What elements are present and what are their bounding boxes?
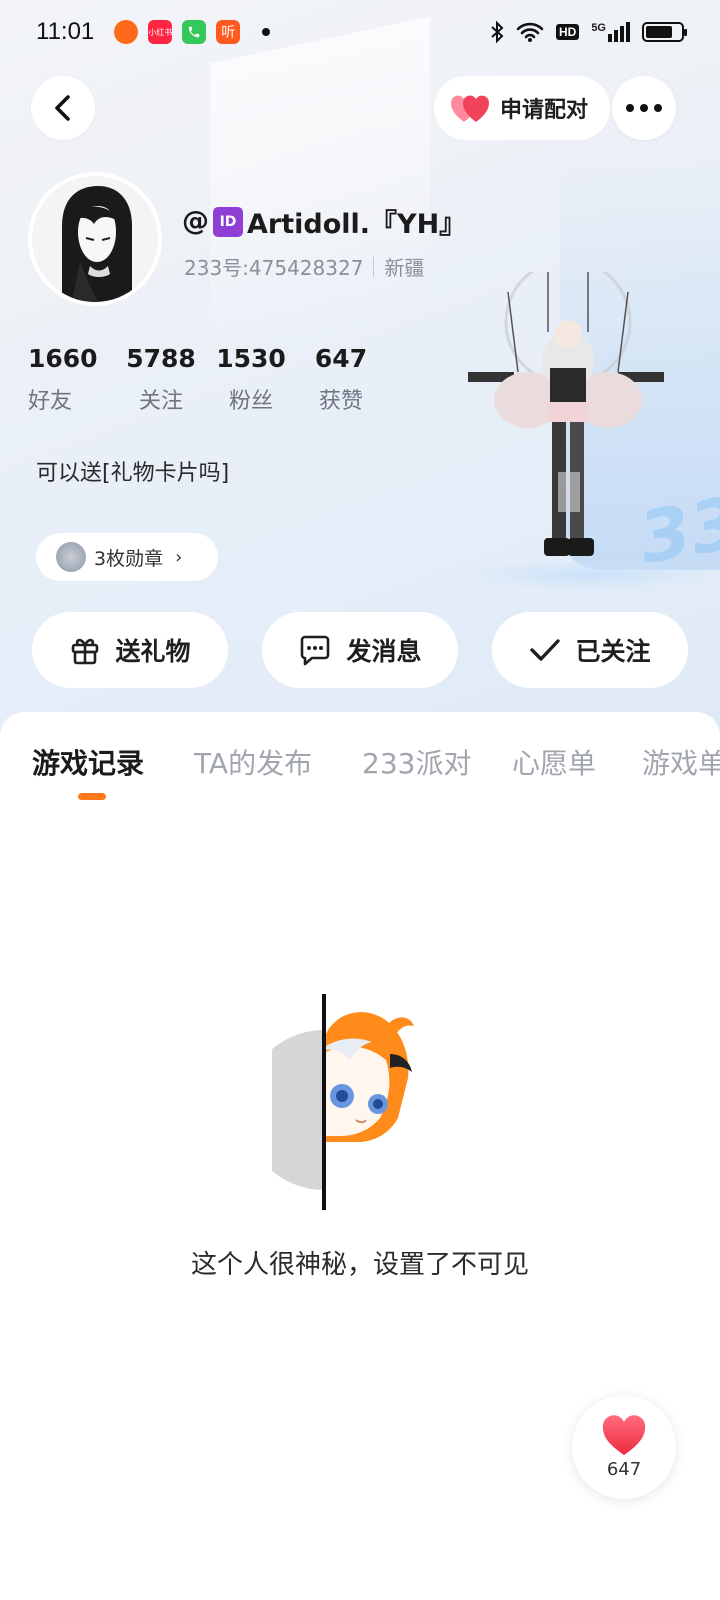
heart-icon xyxy=(602,1414,646,1455)
xiaohongshu-icon: 小红书 xyxy=(148,20,173,44)
id-badge-icon: ID xyxy=(213,206,243,237)
wifi-icon xyxy=(516,22,544,42)
heart-pair-icon xyxy=(450,95,490,122)
hd-icon: HD xyxy=(555,24,580,40)
username: @ ID Artidoll.『YH』 xyxy=(182,202,466,241)
divider xyxy=(373,256,375,277)
user-id-line: 233号:475428327 新疆 xyxy=(184,252,424,281)
like-count: 647 xyxy=(606,1458,642,1480)
chevron-right-icon: › xyxy=(175,546,183,568)
send-gift-button[interactable]: 送礼物 xyxy=(32,612,228,688)
more-dots-icon xyxy=(626,104,662,112)
stats-row: 1660 好友 5788 关注 1530 粉丝 647 获赞 xyxy=(28,344,386,415)
location: 新疆 xyxy=(384,256,425,280)
medal-button[interactable]: 3枚勋章 › xyxy=(36,533,218,581)
taobao-icon xyxy=(114,20,139,44)
avatar-image xyxy=(32,176,158,302)
stat-likes[interactable]: 647 获赞 xyxy=(296,344,386,415)
message-icon xyxy=(301,635,330,666)
tab-indicator xyxy=(78,793,106,800)
more-button[interactable] xyxy=(612,76,676,140)
followed-label: 已关注 xyxy=(575,637,651,666)
ting-icon: 听 xyxy=(216,20,241,44)
avatar[interactable] xyxy=(28,172,162,306)
check-icon xyxy=(530,639,561,661)
phone-icon xyxy=(182,20,207,44)
status-time: 11:01 xyxy=(36,18,95,45)
signal-icon: 5G xyxy=(591,22,630,42)
send-message-label: 发消息 xyxy=(346,637,422,666)
peeking-character-illustration xyxy=(272,994,414,1210)
send-message-button[interactable]: 发消息 xyxy=(262,612,458,688)
tab-wishlist[interactable]: 心愿单 xyxy=(512,742,596,782)
followed-button[interactable]: 已关注 xyxy=(492,612,688,688)
username-text: Artidoll.『YH』 xyxy=(247,209,467,240)
send-gift-label: 送礼物 xyxy=(115,637,191,666)
battery-icon xyxy=(642,22,687,42)
bluetooth-icon xyxy=(491,21,504,43)
gift-icon xyxy=(72,638,99,665)
notification-dot xyxy=(262,28,271,36)
medal-icon xyxy=(56,542,86,572)
tab-233-party[interactable]: 233派对 xyxy=(362,742,471,782)
tab-bar: 游戏记录 TA的发布 233派对 心愿单 游戏单 xyxy=(0,742,720,812)
user-id: 233号:475428327 xyxy=(184,256,364,280)
like-float-button[interactable]: 647 xyxy=(572,1395,676,1499)
stat-following[interactable]: 5788 关注 xyxy=(116,344,206,415)
medal-label: 3枚勋章 xyxy=(94,547,164,570)
tab-game-record[interactable]: 游戏记录 xyxy=(32,742,144,782)
stat-friends[interactable]: 1660 好友 xyxy=(28,344,116,415)
back-button[interactable] xyxy=(31,76,95,140)
chevron-left-icon xyxy=(55,95,70,121)
status-bar: 11:01 小红书 听 HD 5G xyxy=(0,0,720,64)
tab-ta-posts[interactable]: TA的发布 xyxy=(194,742,312,782)
tab-game-list[interactable]: 游戏单 xyxy=(642,742,720,782)
empty-state-text: 这个人很神秘，设置了不可见 xyxy=(190,1250,529,1280)
avatar-character-figure[interactable] xyxy=(468,272,668,568)
bio: 可以送[礼物卡片吗] xyxy=(36,461,230,486)
apply-pair-button[interactable]: 申请配对 xyxy=(434,76,610,140)
apply-pair-label: 申请配对 xyxy=(500,98,589,123)
stat-fans[interactable]: 1530 粉丝 xyxy=(206,344,296,415)
